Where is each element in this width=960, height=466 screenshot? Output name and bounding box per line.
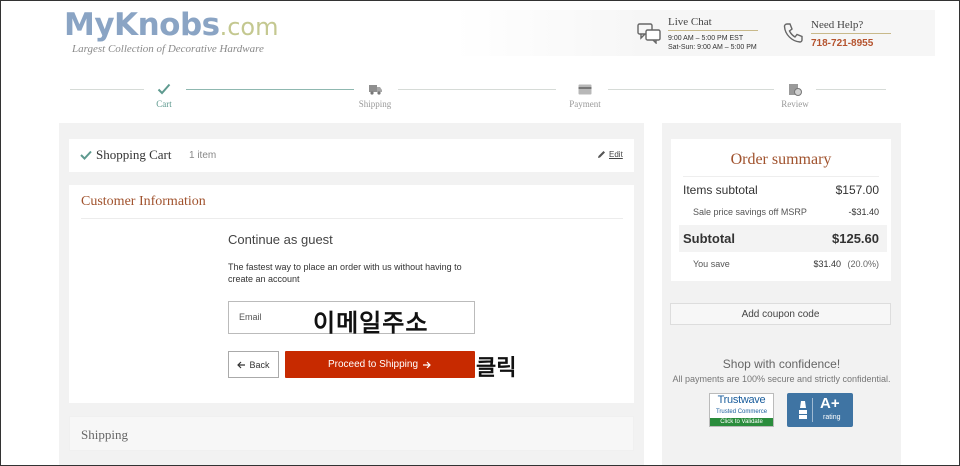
progress-line-segment	[186, 89, 354, 90]
step-shipping-label: Shipping	[358, 99, 392, 109]
step-shipping[interactable]: Shipping	[335, 82, 415, 109]
items-subtotal-label: Items subtotal	[683, 183, 758, 197]
review-icon	[789, 83, 802, 96]
need-help-title: Need Help?	[811, 19, 864, 31]
chat-bubbles-icon[interactable]	[637, 22, 661, 44]
trustwave-trusted-commerce: Trusted Commerce	[715, 409, 768, 415]
subtotal-value: $125.60	[832, 231, 879, 246]
live-chat-info[interactable]: Live Chat 9:00 AM – 5:00 PM EST Sat-Sun:…	[668, 16, 758, 52]
need-help-info: Need Help? 718-721-8955	[811, 19, 891, 49]
guest-checkout-title: Continue as guest	[228, 232, 333, 247]
need-help-divider	[811, 33, 891, 34]
edit-cart-link[interactable]: Edit	[597, 150, 623, 159]
live-chat-divider	[668, 30, 758, 31]
shipping-section-card[interactable]	[69, 416, 634, 451]
step-cart[interactable]: Cart	[124, 82, 204, 109]
back-button[interactable]: Back	[228, 351, 279, 378]
items-subtotal-value: $157.00	[835, 183, 879, 197]
click-annotation: 클릭	[476, 356, 517, 381]
step-cart-label: Cart	[156, 99, 172, 109]
bbb-rating-label: rating	[823, 414, 841, 421]
bbb-torch-icon	[793, 398, 813, 422]
live-chat-weekend-hours: Sat-Sun: 9:00 AM – 5:00 PM	[668, 44, 757, 51]
trustwave-name: Trustwave	[717, 394, 766, 406]
arrow-left-icon	[237, 361, 246, 368]
edit-cart-label: Edit	[609, 150, 623, 159]
you-save-percent: (20.0%)	[847, 259, 879, 269]
order-summary-divider	[683, 176, 879, 177]
shipping-section-title: Shipping	[81, 427, 128, 442]
pencil-icon	[598, 151, 605, 158]
proceed-button-label: Proceed to Shipping	[327, 359, 419, 370]
email-input-label: Email	[239, 312, 262, 322]
customer-information-title: Customer Information	[81, 194, 206, 209]
email-annotation: 이메일주소	[313, 309, 429, 337]
proceed-to-shipping-button[interactable]: Proceed to Shipping	[285, 351, 475, 378]
customer-information-divider	[81, 218, 623, 219]
step-review[interactable]: Review	[755, 82, 835, 109]
you-save-amount: $31.40	[813, 259, 841, 269]
shop-confidence-subtitle: All payments are 100% secure and strictl…	[672, 374, 891, 384]
help-phone-number[interactable]: 718-721-8955	[811, 38, 891, 49]
live-chat-weekday-hours: 9:00 AM – 5:00 PM EST	[668, 35, 744, 42]
you-save-value: $31.40 (20.0%)	[813, 259, 879, 269]
bbb-grade: A+	[820, 395, 840, 412]
cart-item-count: 1 item	[189, 150, 217, 161]
progress-line-segment	[608, 89, 774, 90]
check-icon	[157, 83, 171, 95]
step-payment[interactable]: Payment	[545, 82, 625, 109]
credit-card-icon	[578, 84, 592, 94]
logo-wordmark: MyKnobs.com	[64, 7, 279, 43]
trustwave-badge[interactable]: Trustwave Trusted Commerce Click to Vali…	[709, 393, 774, 427]
logo-tagline: Largest Collection of Decorative Hardwar…	[72, 43, 264, 55]
bbb-rating-badge[interactable]: A+ rating	[787, 393, 853, 427]
order-summary-title: Order summary	[730, 151, 832, 168]
shopping-cart-title: Shopping Cart	[96, 147, 172, 162]
progress-line-segment	[398, 89, 556, 90]
site-logo[interactable]: MyKnobs.com Largest Collection of Decora…	[64, 8, 278, 55]
trustwave-validate-link: Click to Validate	[710, 418, 773, 426]
subtotal-label: Subtotal	[683, 231, 735, 246]
phone-icon	[783, 23, 803, 43]
cart-complete-check-icon	[80, 150, 92, 160]
add-coupon-button[interactable]: Add coupon code	[670, 303, 891, 325]
step-payment-label: Payment	[569, 99, 601, 109]
back-button-label: Back	[249, 359, 270, 370]
truck-icon	[369, 85, 382, 95]
shop-confidence-title: Shop with confidence!	[722, 357, 841, 371]
you-save-label: You save	[693, 259, 730, 269]
arrow-right-icon	[423, 361, 431, 368]
live-chat-title: Live Chat	[668, 16, 712, 28]
savings-value: -$31.40	[848, 207, 879, 217]
step-review-label: Review	[781, 99, 809, 109]
savings-label: Sale price savings off MSRP	[693, 207, 807, 217]
guest-checkout-description: The fastest way to place an order with u…	[228, 262, 462, 284]
